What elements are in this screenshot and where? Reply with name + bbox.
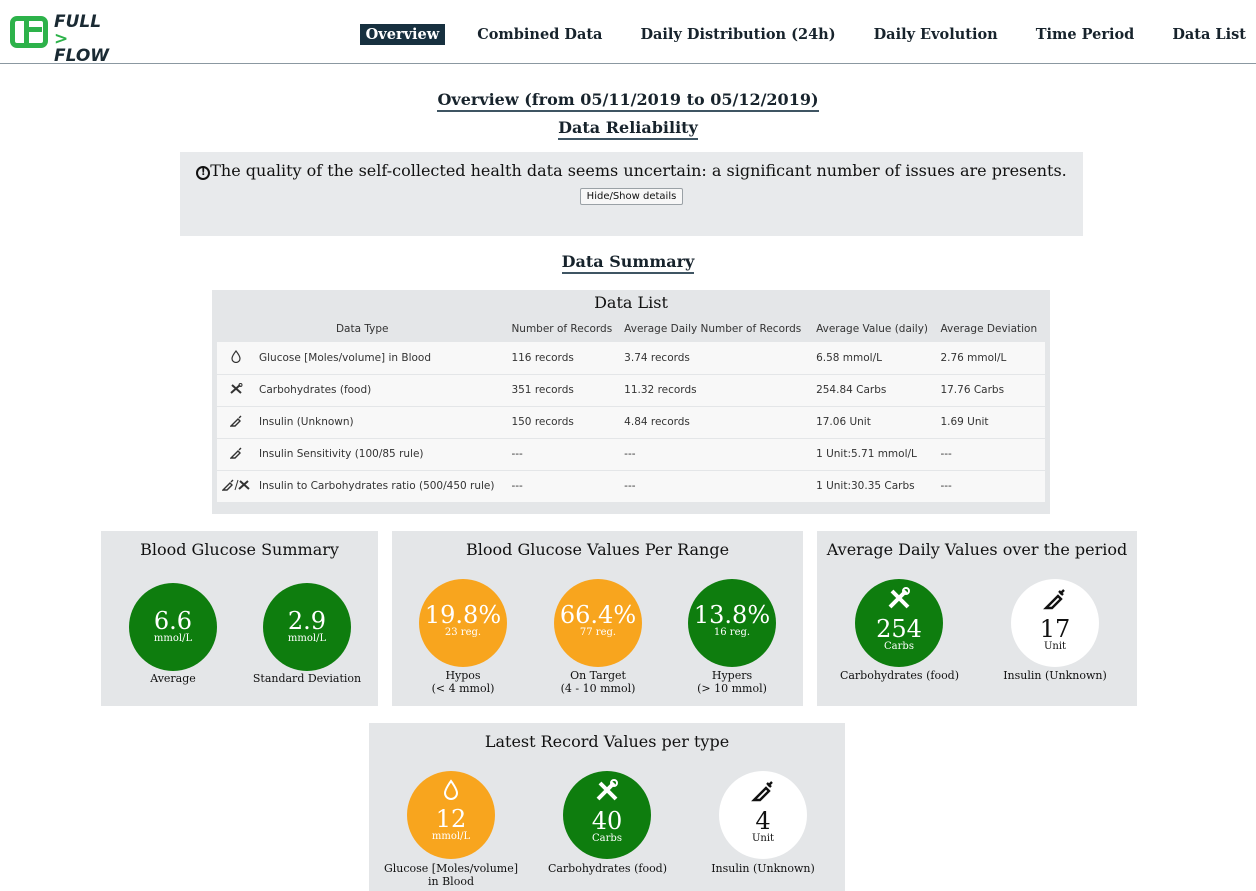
glucose-range-card: Blood Glucose Values Per Range 19.8% 23 …: [392, 531, 803, 706]
nav-tab-time-period[interactable]: Time Period: [1030, 24, 1141, 45]
avg-carbs-circle: 254 Carbs: [855, 579, 943, 667]
reliability-message: ! The quality of the self-collected healt…: [180, 161, 1083, 180]
cell-type: Carbohydrates (food): [255, 374, 508, 407]
cell-deviation: 1.69 Unit: [936, 406, 1045, 439]
table-row: Glucose [Moles/volume] in Blood 116 reco…: [217, 342, 1045, 375]
column-header-average-value: Average Value (daily): [812, 316, 937, 342]
latest-insulin-label: Insulin (Unknown): [711, 862, 815, 875]
nav-tab-daily-distribution[interactable]: Daily Distribution (24h): [634, 24, 841, 45]
column-header-daily-records: Average Daily Number of Records: [620, 316, 813, 342]
reliability-heading: Data Reliability: [0, 118, 1256, 140]
table-header-row: Data Type Number of Records Average Dail…: [217, 316, 1045, 342]
latest-glucose-circle: 12 mmol/L: [407, 771, 495, 859]
cell-daily: 4.84 records: [620, 406, 813, 439]
data-list-panel: Data List Data Type Number of Records Av…: [212, 290, 1050, 514]
header-divider: [0, 63, 1256, 64]
reliability-banner: ! The quality of the self-collected healt…: [180, 152, 1083, 236]
cell-records: ---: [507, 438, 621, 471]
drop-icon: [217, 342, 255, 375]
cell-deviation: 2.76 mmol/L: [936, 342, 1045, 375]
syringe-icon: [1011, 587, 1099, 617]
data-summary-heading: Data Summary: [0, 252, 1256, 274]
cell-records: 116 records: [507, 342, 621, 375]
drop-icon: [407, 779, 495, 807]
cell-daily: 11.32 records: [620, 374, 813, 407]
nav-tab-data-list[interactable]: Data List: [1166, 24, 1252, 45]
nav-tab-combined-data[interactable]: Combined Data: [471, 24, 608, 45]
food-icon: [855, 587, 943, 617]
avg-carbs-label: Carbohydrates (food): [839, 669, 960, 682]
cell-value: 254.84 Carbs: [812, 374, 937, 407]
cell-daily: ---: [620, 470, 813, 503]
average-daily-card: Average Daily Values over the period 254…: [817, 531, 1137, 706]
average-glucose-circle: 6.6 mmol/L: [129, 583, 217, 671]
std-deviation-circle: 2.9 mmol/L: [263, 583, 351, 671]
std-deviation-label: Standard Deviation: [252, 672, 362, 685]
syringe-icon: [217, 406, 255, 439]
cell-type: Insulin Sensitivity (100/85 rule): [255, 438, 508, 471]
hypos-circle: 19.8% 23 reg.: [419, 579, 507, 667]
cell-type: Glucose [Moles/volume] in Blood: [255, 342, 508, 375]
food-icon: [217, 374, 255, 407]
full-flow-logo[interactable]: FULL > FLOW: [10, 14, 150, 65]
main-nav: Overview Combined Data Daily Distributio…: [334, 24, 1252, 45]
food-icon: [563, 779, 651, 809]
cell-type: Insulin (Unknown): [255, 406, 508, 439]
syringe-icon: [719, 779, 807, 809]
cell-deviation: 17.76 Carbs: [936, 374, 1045, 407]
cell-daily: 3.74 records: [620, 342, 813, 375]
nav-tab-daily-evolution[interactable]: Daily Evolution: [868, 24, 1004, 45]
hide-show-details-button[interactable]: Hide/Show details: [579, 188, 684, 205]
cell-deviation: ---: [936, 438, 1045, 471]
table-row: Insulin Sensitivity (100/85 rule) --- --…: [217, 438, 1045, 471]
cell-value: 6.58 mmol/L: [812, 342, 937, 375]
syringe-food-icon: [217, 470, 255, 503]
card-title: Blood Glucose Summary: [140, 540, 339, 559]
cell-value: 1 Unit:30.35 Carbs: [812, 470, 937, 503]
card-title: Average Daily Values over the period: [826, 540, 1128, 559]
cell-deviation: ---: [936, 470, 1045, 503]
page-title: Overview (from 05/11/2019 to 05/12/2019): [0, 90, 1256, 112]
on-target-circle: 66.4% 77 reg.: [554, 579, 642, 667]
latest-glucose-label: Glucose [Moles/volume] in Blood: [383, 862, 519, 888]
blood-glucose-summary-card: Blood Glucose Summary 6.6 mmol/L Average…: [101, 531, 378, 706]
table-row: Insulin (Unknown) 150 records 4.84 recor…: [217, 406, 1045, 439]
logo-wordmark: FULL > FLOW: [54, 12, 110, 66]
cell-value: 17.06 Unit: [812, 406, 937, 439]
table-row: Insulin to Carbohydrates ratio (500/450 …: [217, 470, 1045, 503]
latest-insulin-circle: 4 Unit: [719, 771, 807, 859]
cell-records: 351 records: [507, 374, 621, 407]
card-title: Blood Glucose Values Per Range: [465, 540, 730, 559]
syringe-icon: [217, 438, 255, 471]
card-title: Latest Record Values per type: [484, 732, 730, 751]
cell-daily: ---: [620, 438, 813, 471]
cell-records: ---: [507, 470, 621, 503]
cell-value: 1 Unit:5.71 mmol/L: [812, 438, 937, 471]
cell-records: 150 records: [507, 406, 621, 439]
column-header-data-type: Data Type: [217, 316, 508, 342]
data-list-table: Data Type Number of Records Average Dail…: [217, 316, 1045, 503]
avg-insulin-circle: 17 Unit: [1011, 579, 1099, 667]
cell-type: Insulin to Carbohydrates ratio (500/450 …: [255, 470, 508, 503]
data-list-title: Data List: [594, 293, 668, 312]
nav-tab-overview[interactable]: Overview: [359, 24, 446, 45]
column-header-average-deviation: Average Deviation: [936, 316, 1045, 342]
warning-icon: !: [196, 166, 211, 180]
column-header-records: Number of Records: [507, 316, 621, 342]
latest-records-card: Latest Record Values per type 12 mmol/L …: [369, 723, 845, 891]
table-row: Carbohydrates (food) 351 records 11.32 r…: [217, 374, 1045, 407]
avg-insulin-label: Insulin (Unknown): [1003, 669, 1107, 682]
logo-mark-icon: [10, 16, 48, 48]
hypers-circle: 13.8% 16 reg.: [688, 579, 776, 667]
latest-carbs-circle: 40 Carbs: [563, 771, 651, 859]
latest-carbs-label: Carbohydrates (food): [547, 862, 668, 875]
hypos-label: Hypos (< 4 mmol): [431, 669, 495, 695]
average-label: Average: [150, 672, 196, 685]
hypers-label: Hypers (> 10 mmol): [697, 669, 767, 695]
on-target-label: On Target (4 - 10 mmol): [560, 669, 636, 695]
